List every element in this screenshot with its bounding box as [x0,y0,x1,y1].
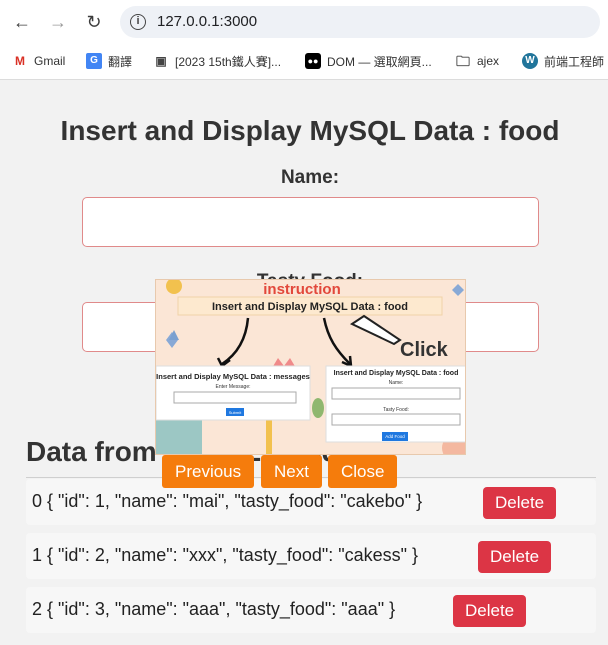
browser-chrome: ← → ↻ i 127.0.0.1:3000 M Gmail G 翻譯 ▣ [2… [0,0,608,80]
name-label: Name: [280,167,340,188]
tour-next-button[interactable]: Next [261,455,322,488]
bookmark-label: 前端工程師 [544,54,605,69]
address-bar[interactable]: i 127.0.0.1:3000 [120,6,600,38]
left-card-label: Enter Message: [215,384,250,390]
wordpress-icon: W [522,53,538,69]
list-item: 1 { "id": 2, "name": "xxx", "tasty_food"… [26,533,596,579]
bookmark-dom[interactable]: ●● DOM — 選取網頁... [305,52,432,70]
bookmark-ajex[interactable]: 🗀 ajex [455,52,499,70]
row-text: 0 { "id": 1, "name": "mai", "tasty_food"… [32,491,423,511]
left-card-title: Insert and Display MySQL Data : messages [156,372,310,381]
row-text: 2 { "id": 3, "name": "aaa", "tasty_food"… [32,599,396,619]
bookmark-translate[interactable]: G 翻譯 [86,52,132,70]
bookmarks-bar: M Gmail G 翻譯 ▣ [2023 15th鐵人賽]... ●● DOM … [0,48,608,74]
translate-icon: G [86,53,102,69]
tour-previous-button[interactable]: Previous [162,455,255,488]
delete-button[interactable]: Delete [483,487,557,519]
bookmark-label: 翻譯 [108,54,133,69]
bookmark-wordpress[interactable]: W 前端工程師 [522,52,604,70]
delete-button[interactable]: Delete [453,595,527,627]
list-item: 2 { "id": 3, "name": "aaa", "tasty_food"… [26,587,596,633]
medium-icon: ●● [305,53,321,69]
instruction-image-title: Insert and Display MySQL Data : food [212,301,408,313]
reload-icon[interactable]: ↻ [82,10,106,34]
right-card-button: Add Food [385,434,405,439]
right-card-name-label: Name: [389,380,404,386]
name-input[interactable] [82,197,539,247]
folder-icon: 🗀 [456,53,470,69]
document-icon: ▣ [155,54,167,68]
bookmark-label: ajex [477,54,500,68]
bookmark-ironman[interactable]: ▣ [2023 15th鐵人賽]... [153,52,281,70]
right-card-tasty-label: Tasty Food: [383,407,409,413]
instruction-banner: instruction [263,281,341,298]
forward-arrow-icon[interactable]: → [46,10,70,34]
left-card-button: Submit [229,410,242,415]
tour-close-button[interactable]: Close [328,455,398,488]
bookmark-label: DOM — 選取網頁... [327,54,432,69]
site-info-icon[interactable]: i [130,14,146,30]
bookmark-label: Gmail [34,54,66,68]
right-card-title: Insert and Display MySQL Data : food [334,370,459,377]
row-text: 1 { "id": 2, "name": "xxx", "tasty_food"… [32,545,419,565]
bookmark-gmail[interactable]: M Gmail [12,52,65,70]
back-arrow-icon[interactable]: ← [10,10,34,34]
gmail-icon: M [15,54,25,68]
instruction-image: instruction Insert and Display MySQL Dat… [155,279,466,455]
click-label: Click [400,339,449,361]
url-text: 127.0.0.1:3000 [157,13,258,30]
page-title: Insert and Display MySQL Data : food [60,115,560,146]
bookmark-label: [2023 15th鐵人賽]... [175,54,282,69]
delete-button[interactable]: Delete [478,541,552,573]
instruction-illustration: instruction Insert and Display MySQL Dat… [156,280,465,454]
